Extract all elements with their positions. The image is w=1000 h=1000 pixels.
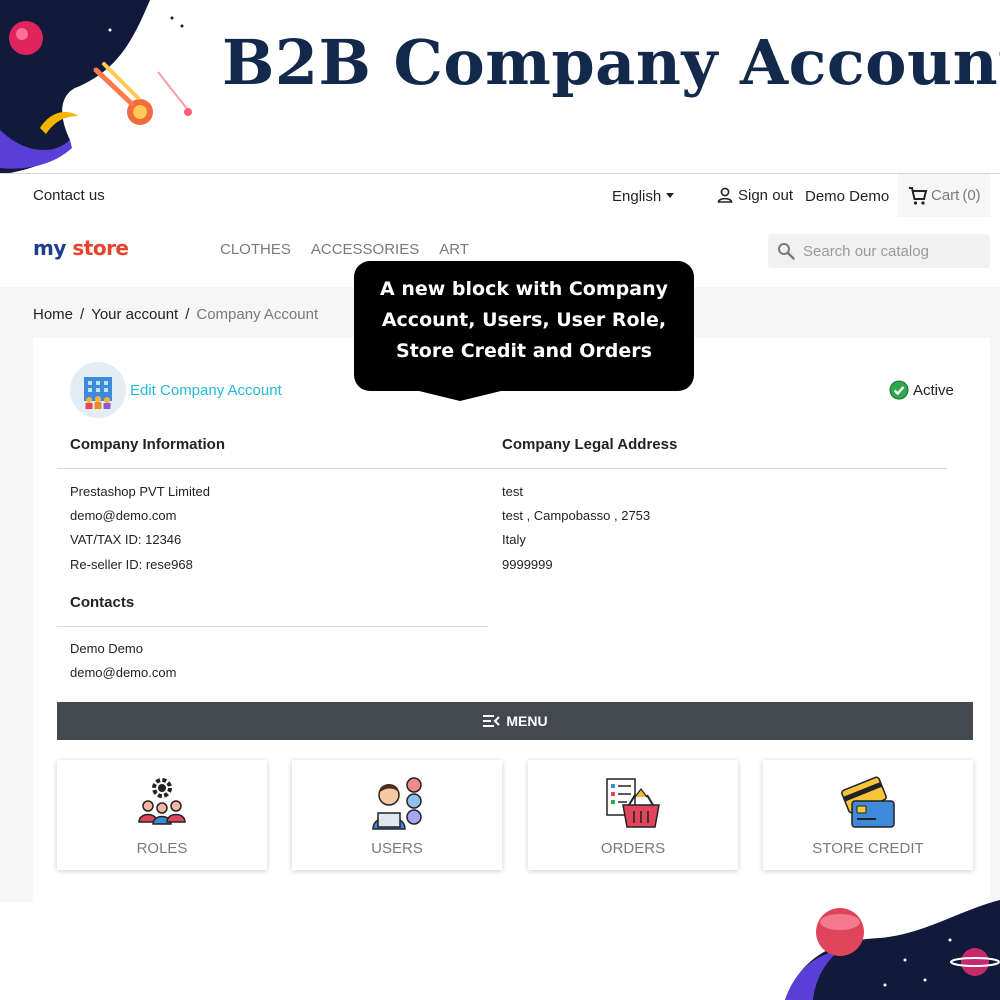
- orders-icon: [606, 778, 660, 828]
- contact-email: demo@demo.com: [70, 665, 177, 680]
- search-input[interactable]: [803, 242, 983, 260]
- callout-line-3: Store Credit and Orders: [396, 340, 652, 362]
- menu-toggle-button[interactable]: MENU: [57, 702, 973, 740]
- menu-icon: [483, 715, 501, 727]
- check-circle-icon: [889, 380, 909, 400]
- contact-us-link[interactable]: Contact us: [33, 187, 105, 204]
- account-name-link[interactable]: Demo Demo: [805, 188, 889, 205]
- breadcrumb-separator: /: [185, 306, 190, 323]
- vat-tax-id: VAT/TAX ID: 12346: [70, 532, 182, 547]
- roles-icon: [138, 778, 186, 825]
- divider: [57, 626, 488, 627]
- orders-label: ORDERS: [600, 840, 666, 857]
- divider: [488, 468, 947, 469]
- edit-company-account-link[interactable]: Edit Company Account: [70, 362, 282, 418]
- breadcrumb-separator: /: [80, 306, 85, 323]
- company-building-icon: [70, 362, 126, 418]
- user-icon: [717, 187, 733, 203]
- edit-company-account-label: Edit Company Account: [130, 381, 282, 399]
- roles-tile[interactable]: ROLES: [57, 760, 267, 870]
- store-logo[interactable]: my store: [33, 236, 129, 260]
- users-label: USERS: [371, 840, 423, 857]
- company-legal-address-heading: Company Legal Address: [502, 436, 678, 453]
- callout-line-1: A new block with Company: [380, 278, 668, 300]
- reseller-id: Re-seller ID: rese968: [70, 557, 193, 572]
- company-name: Prestashop PVT Limited: [70, 484, 210, 499]
- banner-title: B2B Company Account: [222, 26, 1000, 99]
- callout-line-2: Account, Users, User Role,: [381, 309, 667, 331]
- sign-out-label: Sign out: [738, 186, 794, 204]
- cart-button[interactable]: Cart (0): [898, 174, 990, 217]
- status-label: Active: [913, 381, 954, 399]
- address-line-2: test , Campobasso , 2753: [502, 508, 651, 523]
- breadcrumb: Home / Your account / Company Account: [33, 306, 318, 323]
- logo-word-store: store: [72, 236, 129, 260]
- planet-decoration-icon: [785, 900, 1000, 1000]
- address-line-1: test: [502, 484, 523, 499]
- status-badge: Active: [889, 380, 954, 400]
- divider: [57, 468, 488, 469]
- nav-item-art[interactable]: ART: [439, 241, 469, 258]
- roles-label: ROLES: [136, 840, 188, 857]
- company-email: demo@demo.com: [70, 508, 177, 523]
- cart-label: Cart: [931, 187, 960, 204]
- breadcrumb-home[interactable]: Home: [33, 306, 73, 323]
- promo-banner: B2B Company Account: [0, 0, 1000, 173]
- logo-word-my: my: [33, 236, 66, 260]
- orders-tile[interactable]: ORDERS: [528, 760, 738, 870]
- search-box: [768, 234, 990, 268]
- main-nav: CLOTHES ACCESSORIES ART: [220, 241, 469, 258]
- language-selector[interactable]: English: [612, 188, 675, 205]
- company-information-heading: Company Information: [70, 436, 226, 453]
- store-credit-icon: [841, 776, 895, 828]
- address-country: Italy: [502, 532, 526, 547]
- contact-name: Demo Demo: [70, 641, 143, 656]
- cart-icon: [909, 186, 928, 205]
- space-decoration-icon: [0, 0, 192, 173]
- breadcrumb-your-account[interactable]: Your account: [91, 306, 178, 323]
- top-nav: Contact us English Sign out Demo Demo Ca…: [0, 173, 1000, 217]
- callout-pointer: [415, 390, 505, 401]
- breadcrumb-current: Company Account: [196, 306, 319, 323]
- store-credit-tile[interactable]: STORE CREDIT: [763, 760, 973, 870]
- users-icon: [372, 777, 422, 830]
- nav-item-clothes[interactable]: CLOTHES: [220, 241, 291, 258]
- caret-down-icon: [666, 193, 675, 198]
- menu-label: MENU: [506, 713, 548, 729]
- nav-item-accessories[interactable]: ACCESSORIES: [311, 241, 419, 258]
- store-credit-label: STORE CREDIT: [812, 840, 924, 857]
- contacts-heading: Contacts: [70, 594, 135, 611]
- cart-count: (0): [962, 187, 981, 204]
- sign-out-link[interactable]: Sign out: [716, 186, 793, 204]
- feature-callout: A new block with Company Account, Users,…: [354, 261, 694, 391]
- users-tile[interactable]: USERS: [292, 760, 502, 870]
- search-icon[interactable]: [777, 242, 795, 260]
- language-label: English: [612, 188, 662, 205]
- address-phone: 9999999: [502, 557, 553, 572]
